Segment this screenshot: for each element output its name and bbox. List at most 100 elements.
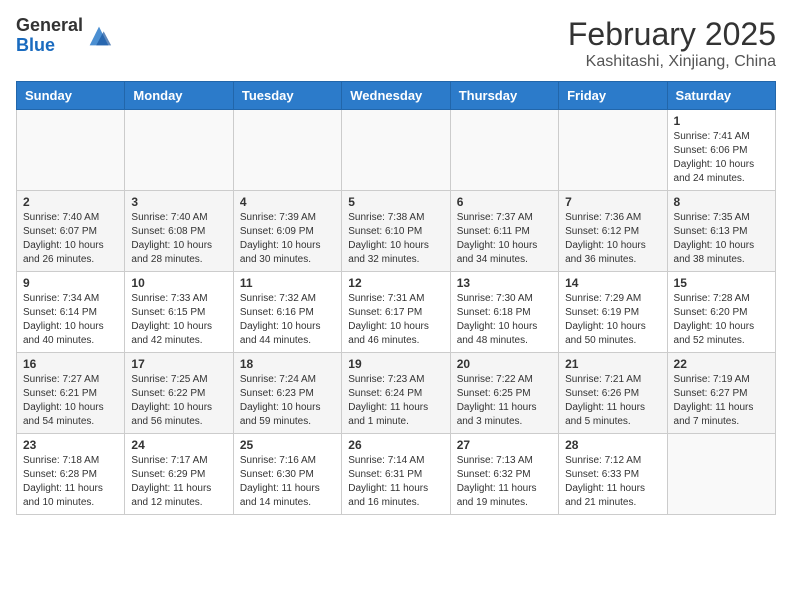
calendar-cell: 12 Sunrise: 7:31 AM Sunset: 6:17 PM Dayli… <box>342 272 450 353</box>
day-number: 25 <box>240 438 335 452</box>
calendar-cell: 7 Sunrise: 7:36 AM Sunset: 6:12 PM Daylig… <box>559 191 667 272</box>
calendar-cell: 25 Sunrise: 7:16 AM Sunset: 6:30 PM Dayli… <box>233 434 341 515</box>
day-info: Sunrise: 7:33 AM Sunset: 6:15 PM Dayligh… <box>131 292 226 348</box>
calendar-cell: 16 Sunrise: 7:27 AM Sunset: 6:21 PM Dayli… <box>17 353 125 434</box>
day-info: Sunrise: 7:30 AM Sunset: 6:18 PM Dayligh… <box>457 292 552 348</box>
calendar-cell: 20 Sunrise: 7:22 AM Sunset: 6:25 PM Dayli… <box>450 353 558 434</box>
day-number: 21 <box>565 357 660 371</box>
day-number: 23 <box>23 438 118 452</box>
day-info: Sunrise: 7:35 AM Sunset: 6:13 PM Dayligh… <box>674 211 769 267</box>
day-info: Sunrise: 7:31 AM Sunset: 6:17 PM Dayligh… <box>348 292 443 348</box>
day-number: 10 <box>131 276 226 290</box>
calendar-cell: 8 Sunrise: 7:35 AM Sunset: 6:13 PM Daylig… <box>667 191 775 272</box>
location-title: Kashitashi, Xinjiang, China <box>568 53 776 71</box>
week-row-3: 16 Sunrise: 7:27 AM Sunset: 6:21 PM Dayli… <box>17 353 776 434</box>
calendar-cell: 11 Sunrise: 7:32 AM Sunset: 6:16 PM Dayli… <box>233 272 341 353</box>
calendar-cell <box>559 110 667 191</box>
calendar-cell: 10 Sunrise: 7:33 AM Sunset: 6:15 PM Dayli… <box>125 272 233 353</box>
calendar-cell: 27 Sunrise: 7:13 AM Sunset: 6:32 PM Dayli… <box>450 434 558 515</box>
day-info: Sunrise: 7:19 AM Sunset: 6:27 PM Dayligh… <box>674 373 769 429</box>
day-number: 8 <box>674 195 769 209</box>
day-info: Sunrise: 7:18 AM Sunset: 6:28 PM Dayligh… <box>23 454 118 510</box>
calendar-table: SundayMondayTuesdayWednesdayThursdayFrid… <box>16 81 776 515</box>
day-info: Sunrise: 7:13 AM Sunset: 6:32 PM Dayligh… <box>457 454 552 510</box>
calendar-cell: 4 Sunrise: 7:39 AM Sunset: 6:09 PM Daylig… <box>233 191 341 272</box>
calendar-cell <box>125 110 233 191</box>
calendar-cell: 1Sunrise: 7:41 AM Sunset: 6:06 PM Daylig… <box>667 110 775 191</box>
day-number: 24 <box>131 438 226 452</box>
day-info: Sunrise: 7:16 AM Sunset: 6:30 PM Dayligh… <box>240 454 335 510</box>
day-number: 16 <box>23 357 118 371</box>
logo-blue: Blue <box>16 35 55 55</box>
week-row-4: 23 Sunrise: 7:18 AM Sunset: 6:28 PM Dayli… <box>17 434 776 515</box>
day-info: Sunrise: 7:37 AM Sunset: 6:11 PM Dayligh… <box>457 211 552 267</box>
weekday-header-row: SundayMondayTuesdayWednesdayThursdayFrid… <box>17 82 776 110</box>
day-number: 5 <box>348 195 443 209</box>
day-info: Sunrise: 7:29 AM Sunset: 6:19 PM Dayligh… <box>565 292 660 348</box>
calendar-cell <box>233 110 341 191</box>
day-number: 14 <box>565 276 660 290</box>
logo: General Blue <box>16 16 113 56</box>
day-number: 18 <box>240 357 335 371</box>
day-number: 3 <box>131 195 226 209</box>
day-info: Sunrise: 7:21 AM Sunset: 6:26 PM Dayligh… <box>565 373 660 429</box>
day-number: 12 <box>348 276 443 290</box>
page-header: General Blue February 2025 Kashitashi, X… <box>16 16 776 71</box>
calendar-cell <box>342 110 450 191</box>
day-info: Sunrise: 7:28 AM Sunset: 6:20 PM Dayligh… <box>674 292 769 348</box>
calendar-cell: 26 Sunrise: 7:14 AM Sunset: 6:31 PM Dayli… <box>342 434 450 515</box>
day-info: Sunrise: 7:27 AM Sunset: 6:21 PM Dayligh… <box>23 373 118 429</box>
day-number: 17 <box>131 357 226 371</box>
calendar-cell: 19Sunrise: 7:23 AM Sunset: 6:24 PM Dayli… <box>342 353 450 434</box>
day-info: Sunrise: 7:34 AM Sunset: 6:14 PM Dayligh… <box>23 292 118 348</box>
day-info: Sunrise: 7:36 AM Sunset: 6:12 PM Dayligh… <box>565 211 660 267</box>
day-number: 7 <box>565 195 660 209</box>
day-number: 9 <box>23 276 118 290</box>
day-info: Sunrise: 7:24 AM Sunset: 6:23 PM Dayligh… <box>240 373 335 429</box>
day-info: Sunrise: 7:22 AM Sunset: 6:25 PM Dayligh… <box>457 373 552 429</box>
day-number: 20 <box>457 357 552 371</box>
calendar-cell: 14 Sunrise: 7:29 AM Sunset: 6:19 PM Dayli… <box>559 272 667 353</box>
day-number: 4 <box>240 195 335 209</box>
day-number: 27 <box>457 438 552 452</box>
calendar-cell <box>450 110 558 191</box>
calendar-cell: 28Sunrise: 7:12 AM Sunset: 6:33 PM Dayli… <box>559 434 667 515</box>
calendar-cell: 15 Sunrise: 7:28 AM Sunset: 6:20 PM Dayli… <box>667 272 775 353</box>
title-block: February 2025 Kashitashi, Xinjiang, Chin… <box>568 16 776 71</box>
week-row-2: 9 Sunrise: 7:34 AM Sunset: 6:14 PM Daylig… <box>17 272 776 353</box>
calendar-cell: 18 Sunrise: 7:24 AM Sunset: 6:23 PM Dayli… <box>233 353 341 434</box>
week-row-0: 1Sunrise: 7:41 AM Sunset: 6:06 PM Daylig… <box>17 110 776 191</box>
weekday-thursday: Thursday <box>450 82 558 110</box>
day-info: Sunrise: 7:39 AM Sunset: 6:09 PM Dayligh… <box>240 211 335 267</box>
calendar-body: 1Sunrise: 7:41 AM Sunset: 6:06 PM Daylig… <box>17 110 776 515</box>
calendar-cell: 23 Sunrise: 7:18 AM Sunset: 6:28 PM Dayli… <box>17 434 125 515</box>
weekday-friday: Friday <box>559 82 667 110</box>
calendar-cell: 22Sunrise: 7:19 AM Sunset: 6:27 PM Dayli… <box>667 353 775 434</box>
month-title: February 2025 <box>568 16 776 53</box>
calendar-cell: 2Sunrise: 7:40 AM Sunset: 6:07 PM Daylig… <box>17 191 125 272</box>
day-number: 2 <box>23 195 118 209</box>
calendar-cell: 13 Sunrise: 7:30 AM Sunset: 6:18 PM Dayli… <box>450 272 558 353</box>
day-number: 13 <box>457 276 552 290</box>
calendar-cell: 24Sunrise: 7:17 AM Sunset: 6:29 PM Dayli… <box>125 434 233 515</box>
day-info: Sunrise: 7:23 AM Sunset: 6:24 PM Dayligh… <box>348 373 443 429</box>
calendar-cell: 5Sunrise: 7:38 AM Sunset: 6:10 PM Daylig… <box>342 191 450 272</box>
day-number: 26 <box>348 438 443 452</box>
calendar-cell: 3Sunrise: 7:40 AM Sunset: 6:08 PM Daylig… <box>125 191 233 272</box>
logo-general: General <box>16 15 83 35</box>
day-number: 1 <box>674 114 769 128</box>
week-row-1: 2Sunrise: 7:40 AM Sunset: 6:07 PM Daylig… <box>17 191 776 272</box>
calendar-cell: 6 Sunrise: 7:37 AM Sunset: 6:11 PM Daylig… <box>450 191 558 272</box>
day-info: Sunrise: 7:32 AM Sunset: 6:16 PM Dayligh… <box>240 292 335 348</box>
day-number: 11 <box>240 276 335 290</box>
day-number: 15 <box>674 276 769 290</box>
day-info: Sunrise: 7:14 AM Sunset: 6:31 PM Dayligh… <box>348 454 443 510</box>
day-info: Sunrise: 7:12 AM Sunset: 6:33 PM Dayligh… <box>565 454 660 510</box>
day-number: 6 <box>457 195 552 209</box>
weekday-tuesday: Tuesday <box>233 82 341 110</box>
calendar-cell: 9 Sunrise: 7:34 AM Sunset: 6:14 PM Daylig… <box>17 272 125 353</box>
day-info: Sunrise: 7:25 AM Sunset: 6:22 PM Dayligh… <box>131 373 226 429</box>
calendar-cell: 17 Sunrise: 7:25 AM Sunset: 6:22 PM Dayli… <box>125 353 233 434</box>
weekday-wednesday: Wednesday <box>342 82 450 110</box>
weekday-saturday: Saturday <box>667 82 775 110</box>
